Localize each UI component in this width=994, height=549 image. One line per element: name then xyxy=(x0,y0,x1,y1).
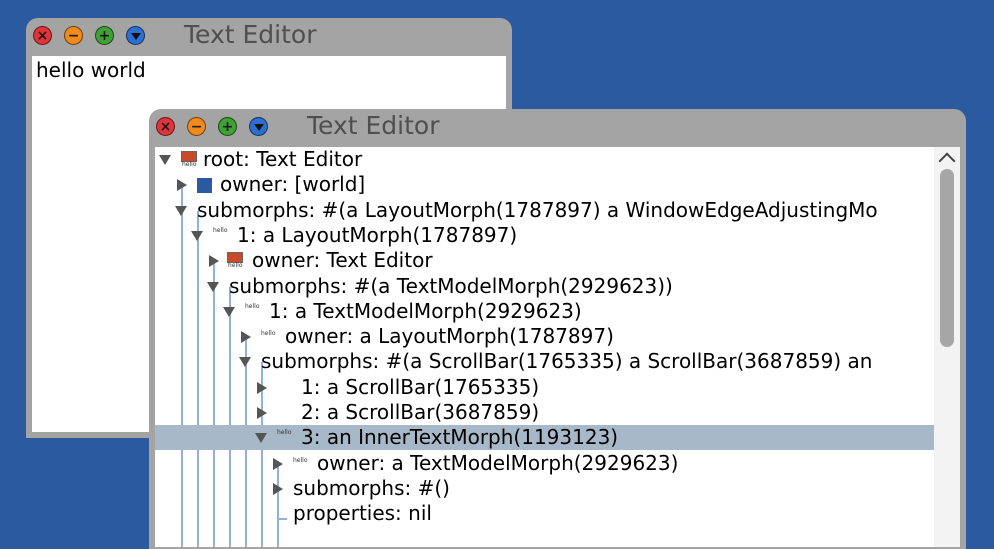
expanded-triangle-icon[interactable] xyxy=(175,206,187,216)
tree-row-label: owner: Text Editor xyxy=(252,248,433,272)
expanded-triangle-icon[interactable] xyxy=(239,357,251,367)
collapsed-triangle-icon[interactable] xyxy=(241,331,251,343)
close-icon: × xyxy=(159,118,172,135)
tree-row-label: submorphs: #(a LayoutMorph(1787897) a Wi… xyxy=(197,198,878,222)
object-tree[interactable]: hello root: Text Editor owner: [world] s… xyxy=(155,147,934,547)
tree-row[interactable]: submorphs: #() xyxy=(155,476,934,501)
expanded-triangle-icon[interactable] xyxy=(191,231,203,241)
collapsed-triangle-icon[interactable] xyxy=(273,483,283,495)
tree-row-label: 2: a ScrollBar(3687859) xyxy=(301,400,540,424)
tree-row-selected[interactable]: hello 3: an InnerTextMorph(1193123) xyxy=(155,425,934,450)
maximize-button[interactable]: + xyxy=(218,117,237,136)
window-menu-button[interactable] xyxy=(126,26,145,45)
world-square-icon xyxy=(197,178,212,193)
plus-icon: + xyxy=(221,118,234,135)
chevron-down-icon xyxy=(130,33,141,40)
tree-row[interactable]: properties: nil xyxy=(155,501,934,526)
scroll-up-arrow-icon[interactable] xyxy=(938,152,956,170)
hello-icon: hello xyxy=(277,429,292,436)
window-titlebar[interactable]: × − + Text Editor xyxy=(26,18,512,54)
tree-row[interactable]: hello root: Text Editor xyxy=(155,147,934,172)
expanded-triangle-icon[interactable] xyxy=(207,282,219,292)
tree-row[interactable]: hello owner: Text Editor xyxy=(155,248,934,273)
tree-row[interactable]: hello 1: a TextModelMorph(2929623) xyxy=(155,299,934,324)
close-icon: × xyxy=(36,27,49,44)
morph-icon: hello xyxy=(227,252,243,269)
window-menu-button[interactable] xyxy=(249,117,268,136)
tree-row[interactable]: hello 1: a LayoutMorph(1787897) xyxy=(155,223,934,248)
collapsed-triangle-icon[interactable] xyxy=(257,382,267,394)
tree-row-label: 3: an InnerTextMorph(1193123) xyxy=(301,425,619,449)
tree-row-label: root: Text Editor xyxy=(203,147,363,171)
minimize-button[interactable]: − xyxy=(64,26,83,45)
collapsed-triangle-icon[interactable] xyxy=(257,407,267,419)
tree-row-label: 1: a LayoutMorph(1787897) xyxy=(237,223,518,247)
tree-row-label: owner: a LayoutMorph(1787897) xyxy=(285,324,614,348)
expanded-triangle-icon[interactable] xyxy=(159,155,171,165)
window-title: Text Editor xyxy=(184,20,317,49)
tree-row-label: submorphs: #(a ScrollBar(1765335) a Scro… xyxy=(261,349,873,373)
collapsed-triangle-icon[interactable] xyxy=(273,458,283,470)
expanded-triangle-icon[interactable] xyxy=(255,433,267,443)
editor-text[interactable]: hello world xyxy=(36,58,146,82)
hello-icon: hello xyxy=(261,330,276,337)
window-titlebar[interactable]: × − + Text Editor xyxy=(149,109,966,145)
tree-row-label: 1: a ScrollBar(1765335) xyxy=(301,375,540,399)
scrollbar-thumb[interactable] xyxy=(940,169,954,347)
tree-row-label: properties: nil xyxy=(293,501,432,525)
tree-row-label: owner: [world] xyxy=(220,172,366,196)
vertical-scrollbar[interactable] xyxy=(934,147,960,547)
hello-icon: hello xyxy=(293,457,308,464)
tree-row[interactable]: submorphs: #(a ScrollBar(1765335) a Scro… xyxy=(155,349,934,374)
minus-icon: − xyxy=(190,118,203,135)
hello-icon: hello xyxy=(245,303,260,310)
text-editor-window-front[interactable]: × − + Text Editor hello root: Text Edito… xyxy=(149,109,966,549)
tree-row[interactable]: hello owner: a TextModelMorph(2929623) xyxy=(155,451,934,476)
morph-icon: hello xyxy=(181,151,197,168)
collapsed-triangle-icon[interactable] xyxy=(177,179,187,191)
tree-row[interactable]: 2: a ScrollBar(3687859) xyxy=(155,400,934,425)
tree-row[interactable]: owner: [world] xyxy=(155,172,934,197)
collapsed-triangle-icon[interactable] xyxy=(209,255,219,267)
plus-icon: + xyxy=(98,27,111,44)
tree-row[interactable]: submorphs: #(a LayoutMorph(1787897) a Wi… xyxy=(155,198,934,223)
tree-row[interactable]: submorphs: #(a TextModelMorph(2929623)) xyxy=(155,274,934,299)
minus-icon: − xyxy=(67,27,80,44)
tree-row-label: submorphs: #(a TextModelMorph(2929623)) xyxy=(229,274,673,298)
close-button[interactable]: × xyxy=(33,26,52,45)
tree-row-label: submorphs: #() xyxy=(293,476,450,500)
tree-row[interactable]: 1: a ScrollBar(1765335) xyxy=(155,375,934,400)
maximize-button[interactable]: + xyxy=(95,26,114,45)
minimize-button[interactable]: − xyxy=(187,117,206,136)
chevron-down-icon xyxy=(253,124,264,131)
tree-row-label: owner: a TextModelMorph(2929623) xyxy=(317,451,679,475)
window-title: Text Editor xyxy=(307,111,440,140)
tree-row[interactable]: hello owner: a LayoutMorph(1787897) xyxy=(155,324,934,349)
tree-row-label: 1: a TextModelMorph(2929623) xyxy=(269,299,582,323)
expanded-triangle-icon[interactable] xyxy=(223,307,235,317)
object-tree-pane[interactable]: hello root: Text Editor owner: [world] s… xyxy=(155,147,960,547)
close-button[interactable]: × xyxy=(156,117,175,136)
hello-icon: hello xyxy=(213,227,228,234)
